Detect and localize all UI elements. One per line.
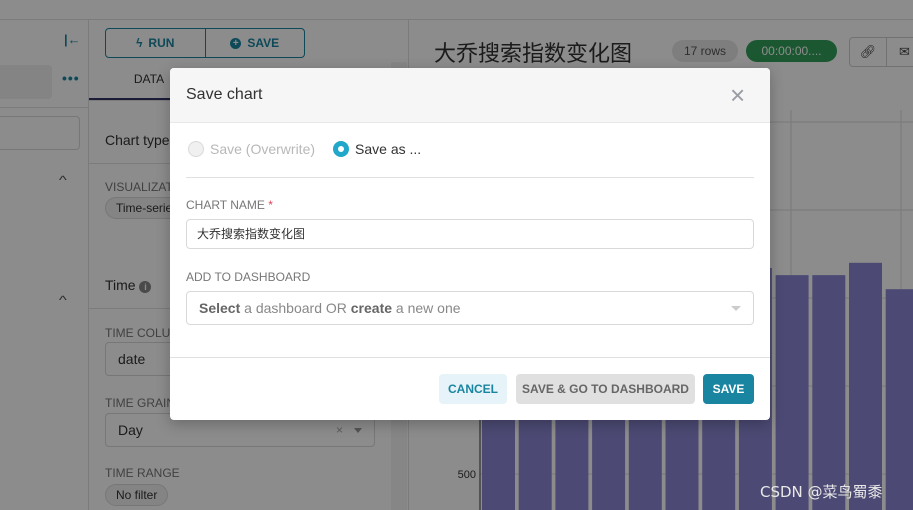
radio-save-as[interactable] — [333, 141, 350, 157]
close-icon[interactable]: × — [730, 82, 745, 108]
save-button[interactable]: SAVE — [703, 374, 754, 404]
app: |← ••• ^ ^ ϟ RUN + SAVE DATA Chart type … — [0, 0, 913, 510]
chart-name-label: CHART NAME * — [186, 198, 273, 212]
watermark: CSDN @菜鸟蜀黍 — [760, 483, 883, 501]
radio-save-as-label: Save as ... — [355, 141, 422, 157]
cancel-button[interactable]: CANCEL — [439, 374, 507, 404]
save-and-go-to-dashboard-button[interactable]: SAVE & GO TO DASHBOARD — [516, 374, 695, 404]
divider — [170, 357, 770, 358]
save-mode-radios: Save (Overwrite) Save as ... — [188, 141, 421, 157]
dashboard-select[interactable]: Select a dashboard OR create a new one — [186, 291, 754, 325]
radio-overwrite[interactable] — [188, 141, 204, 157]
modal-title: Save chart — [186, 86, 263, 103]
divider — [186, 177, 754, 178]
required-marker: * — [268, 198, 273, 212]
chart-name-input[interactable]: 大乔搜索指数变化图 — [186, 219, 754, 249]
modal-header: Save chart × — [170, 68, 770, 123]
radio-overwrite-label: Save (Overwrite) — [210, 141, 316, 157]
save-chart-modal: Save chart × Save (Overwrite) Save as ..… — [170, 68, 770, 420]
chevron-down-icon[interactable] — [731, 306, 741, 311]
add-to-dashboard-label: ADD TO DASHBOARD — [186, 270, 311, 284]
